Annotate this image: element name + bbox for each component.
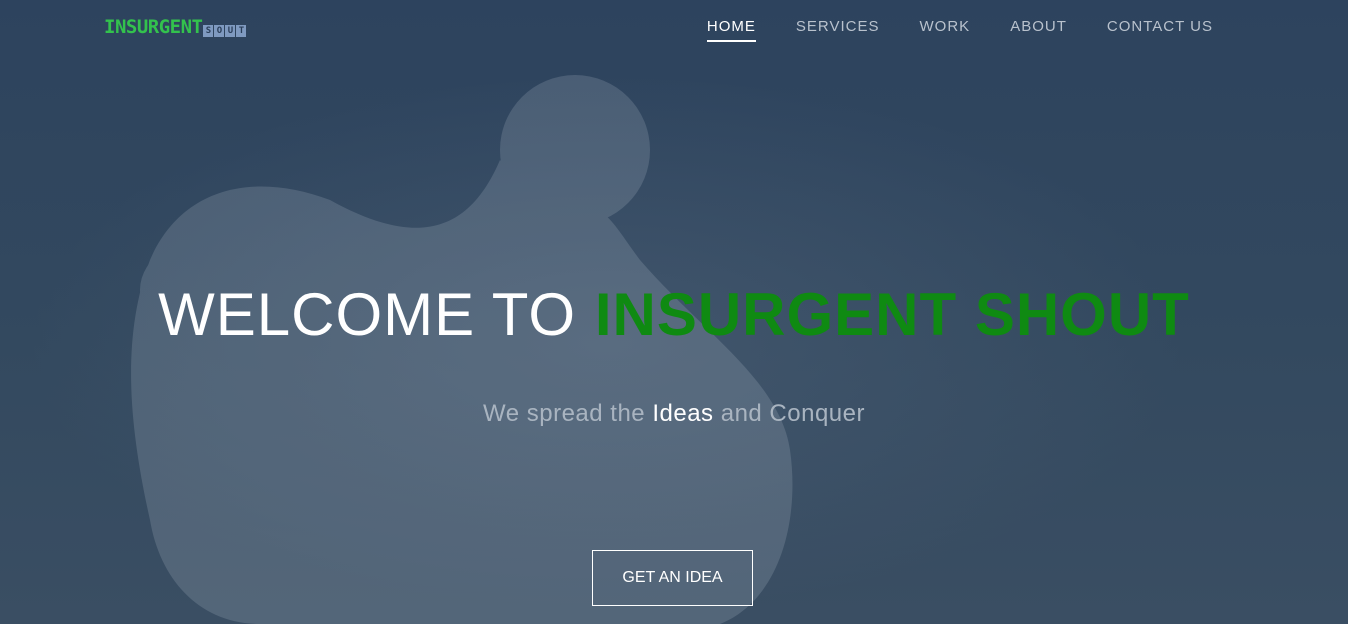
nav-item-about[interactable]: ABOUT xyxy=(1010,18,1067,42)
tagline-start: We spread the xyxy=(483,400,646,427)
logo-wordmark: INSURGENT xyxy=(104,16,203,38)
logo-sub-letter: T xyxy=(236,25,247,37)
logo-sub-letter: U xyxy=(225,25,236,37)
tagline-end: and Conquer xyxy=(720,400,865,427)
headline-welcome: WELCOME TO xyxy=(158,281,576,348)
get-an-idea-button[interactable]: GET AN IDEA xyxy=(592,550,753,606)
nav-item-services[interactable]: SERVICES xyxy=(796,18,880,42)
main-nav: HOME SERVICES WORK ABOUT CONTACT US xyxy=(706,18,1213,42)
tagline-emphasis: Ideas xyxy=(652,400,714,427)
logo-subtitle: S O U T xyxy=(203,25,247,37)
hero-section: INSURGENT S O U T HOME SERVICES WORK ABO… xyxy=(0,0,1348,624)
headline-brand: INSURGENT SHOUT xyxy=(594,281,1190,348)
logo-sub-letter: S xyxy=(203,25,214,37)
hero-headline: WELCOME TO INSURGENT SHOUT xyxy=(0,282,1348,350)
site-logo[interactable]: INSURGENT S O U T xyxy=(104,12,247,38)
nav-item-work[interactable]: WORK xyxy=(920,18,971,42)
logo-sub-letter: O xyxy=(214,25,225,37)
nav-item-home[interactable]: HOME xyxy=(706,18,756,42)
nav-item-contact-us[interactable]: CONTACT US xyxy=(1107,18,1213,42)
hero-tagline: We spread the Ideas and Conquer xyxy=(0,400,1348,428)
